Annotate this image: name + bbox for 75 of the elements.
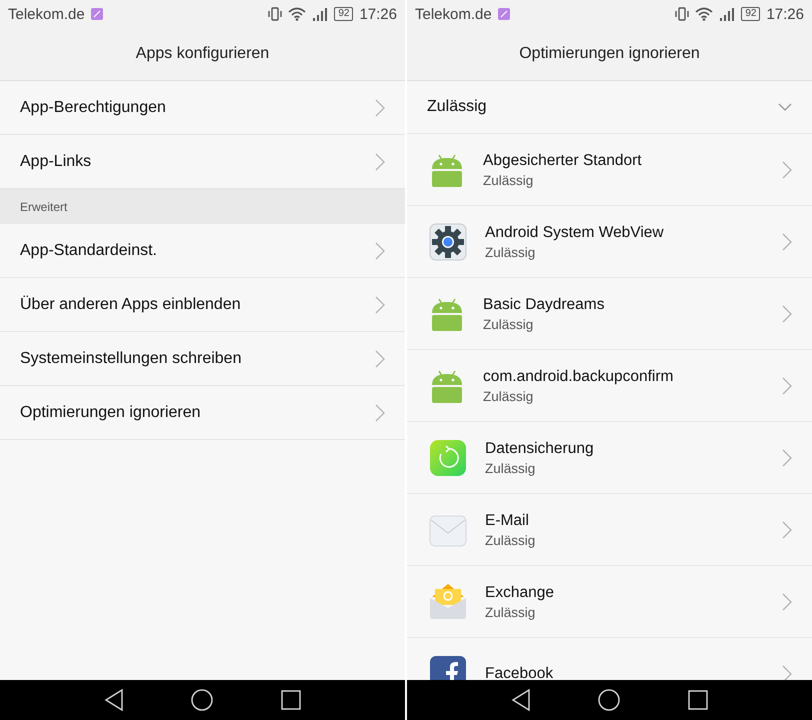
item-label: Über anderen Apps einblenden: [20, 296, 242, 314]
battery-level: 92: [334, 7, 354, 21]
chevron-icon: [782, 448, 792, 466]
signal-icon: [719, 7, 736, 21]
vibrate-icon: [268, 7, 282, 21]
app-row[interactable]: com.android.backupconfirm Zulässig: [407, 350, 812, 422]
app-row[interactable]: Exchange Zulässig: [407, 566, 812, 638]
item-label: App-Standardeinst.: [20, 242, 158, 260]
back-icon[interactable]: [104, 689, 124, 711]
app-name: com.android.backupconfirm: [483, 368, 674, 386]
carrier-label: Telekom.de: [415, 6, 492, 22]
app-status: Zulässig: [485, 604, 536, 620]
item-label: App-Links: [20, 152, 92, 170]
chevron-icon: [782, 232, 792, 250]
app-row[interactable]: Datensicherung Zulässig: [407, 422, 812, 494]
app-status: Zulässig: [485, 244, 536, 260]
envelope-icon: [429, 582, 467, 620]
settings-item[interactable]: Über anderen Apps einblenden: [0, 278, 405, 332]
caret-icon: [778, 103, 792, 111]
chevron-icon: [375, 350, 385, 368]
clock-time: 17:26: [766, 6, 804, 22]
chevron-icon: [375, 152, 385, 170]
chevron-icon: [782, 304, 792, 322]
chevron-icon: [375, 98, 385, 116]
chevron-icon: [375, 296, 385, 314]
wifi-icon: [695, 7, 714, 21]
app-icon: [90, 8, 103, 20]
carrier-label: Telekom.de: [8, 6, 85, 22]
sync-icon: [429, 438, 467, 476]
recents-icon[interactable]: [688, 690, 708, 710]
back-icon[interactable]: [510, 689, 531, 711]
chevron-icon: [782, 664, 792, 680]
chevron-icon: [782, 592, 792, 610]
screen-title: Apps konfigurieren: [0, 28, 405, 81]
chevron-icon: [782, 160, 792, 178]
app-name: Abgesicherter Standort: [483, 152, 643, 170]
clock-time: 17:26: [359, 6, 397, 22]
chevron-icon: [782, 520, 792, 538]
app-name: Exchange: [485, 584, 555, 602]
filter-dropdown[interactable]: Zulässig: [407, 81, 812, 134]
signal-icon: [312, 7, 328, 21]
app-name: E-Mail: [485, 512, 530, 530]
app-name: Datensicherung: [485, 440, 595, 458]
app-status: Zulässig: [483, 172, 534, 188]
settings-item[interactable]: Optimierungen ignorieren: [0, 386, 405, 440]
app-status: Zulässig: [485, 532, 536, 548]
screen-title: Optimierungen ignorieren: [407, 28, 812, 81]
app-row[interactable]: Abgesicherter Standort Zulässig: [407, 134, 812, 206]
app-name: Basic Daydreams: [483, 296, 606, 314]
app-row[interactable]: E-Mail Zulässig: [407, 494, 812, 566]
chevron-icon: [375, 404, 385, 422]
settings-item[interactable]: App-Standardeinst.: [0, 224, 405, 278]
chevron-icon: [375, 242, 385, 260]
home-icon[interactable]: [598, 689, 620, 711]
app-status: Zulässig: [483, 316, 534, 332]
vibrate-icon: [675, 7, 690, 21]
gear-icon: [429, 222, 467, 260]
home-icon[interactable]: [191, 689, 214, 711]
app-name: Android System WebView: [485, 224, 665, 242]
app-status: Zulässig: [483, 388, 534, 404]
app-icon: [498, 8, 510, 20]
chevron-icon: [782, 376, 792, 394]
section-header: Erweitert: [0, 189, 405, 224]
app-name: Facebook: [485, 664, 554, 680]
app-status: Zulässig: [485, 460, 536, 476]
item-label: Systemeinstellungen schreiben: [20, 350, 242, 368]
app-row[interactable]: Basic Daydreams Zulässig: [407, 278, 812, 350]
battery-level: 92: [741, 7, 760, 21]
settings-item[interactable]: Systemeinstellungen schreiben: [0, 332, 405, 386]
wifi-icon: [288, 7, 306, 21]
recents-icon[interactable]: [281, 690, 302, 710]
settings-item[interactable]: App-Berechtigungen: [0, 81, 405, 135]
app-row[interactable]: Android System WebView Zulässig: [407, 206, 812, 278]
item-label: Optimierungen ignorieren: [20, 404, 202, 422]
item-label: App-Berechtigungen: [20, 98, 167, 116]
